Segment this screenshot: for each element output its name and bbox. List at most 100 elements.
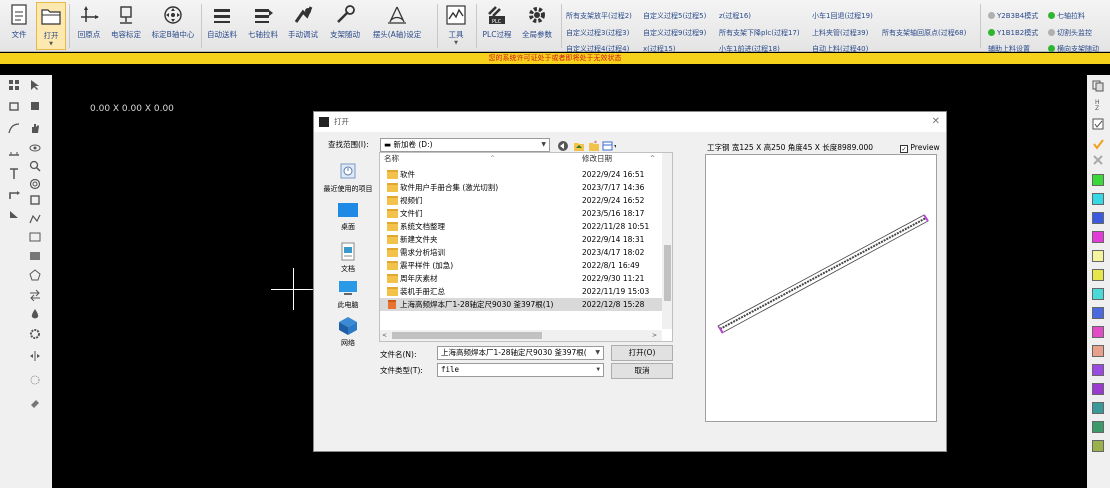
- bracket-follow-button[interactable]: 支架随动: [324, 2, 366, 50]
- file-row[interactable]: 装机手册汇总 2022/11/19 15:03: [380, 285, 662, 298]
- dialog-title-bar[interactable]: 打开: [314, 112, 946, 132]
- place-network[interactable]: 网络: [317, 316, 379, 348]
- polygon-tool-icon[interactable]: [28, 268, 42, 282]
- mirror-icon[interactable]: [7, 207, 21, 221]
- process-link[interactable]: 自定义过程5(过程5): [643, 11, 706, 21]
- process-link[interactable]: z(过程16): [719, 11, 751, 21]
- layer-color-swatch[interactable]: [1092, 440, 1104, 452]
- layer-color-swatch[interactable]: [1092, 345, 1104, 357]
- eye-icon[interactable]: [28, 141, 42, 155]
- swing-head-button[interactable]: 摆头(A轴)设定: [368, 2, 426, 50]
- measure-icon[interactable]: [7, 145, 21, 159]
- check-box-icon[interactable]: [1091, 117, 1105, 131]
- open-button[interactable]: 打开 ▼: [36, 2, 66, 50]
- scroll-up-icon[interactable]: ^: [650, 153, 655, 165]
- mode-y2b3b4-toggle[interactable]: Y2B3B4模式: [988, 11, 1038, 21]
- checkmark-icon[interactable]: [1091, 137, 1105, 151]
- scroll-left-icon[interactable]: <: [382, 330, 387, 341]
- ring-icon[interactable]: [28, 327, 42, 341]
- open-button[interactable]: 打开(O): [611, 345, 673, 361]
- filetype-select[interactable]: file ▼: [437, 363, 604, 377]
- capacitance-calibrate-button[interactable]: 电容标定: [106, 2, 146, 50]
- view-menu-icon[interactable]: [602, 139, 616, 153]
- rotate-icon[interactable]: [7, 189, 21, 203]
- zoom-icon[interactable]: [28, 159, 42, 173]
- seven-axis-pull-toggle[interactable]: 七轴拉料: [1048, 11, 1085, 21]
- new-folder-icon[interactable]: *: [587, 139, 601, 153]
- layer-color-swatch[interactable]: [1092, 326, 1104, 338]
- process-link[interactable]: 小车1回退(过程19): [812, 11, 873, 21]
- global-params-button[interactable]: 全局参数: [518, 2, 556, 50]
- close-icon[interactable]: [1091, 153, 1105, 167]
- file-row[interactable]: 震平样件 (加急) 2022/8/1 16:49: [380, 259, 662, 272]
- process-link[interactable]: 所有支架下降plc(过程17): [719, 28, 800, 38]
- file-row[interactable]: 上海高频焊本厂1-28轴定尺9030 釜397根(1) 2022/12/8 15:…: [380, 298, 662, 311]
- layer-color-swatch[interactable]: [1092, 383, 1104, 395]
- vertical-text-icon[interactable]: HZ: [1091, 97, 1105, 111]
- text-tool-icon[interactable]: [7, 167, 21, 181]
- rectangle-tool-icon[interactable]: [28, 193, 42, 207]
- layer-color-swatch[interactable]: [1092, 307, 1104, 319]
- layer-color-swatch[interactable]: [1092, 231, 1104, 243]
- select-box-icon[interactable]: [28, 99, 42, 113]
- horizontal-scrollbar[interactable]: < >: [380, 330, 662, 341]
- eraser-icon[interactable]: [28, 396, 42, 410]
- home-origin-button[interactable]: 回原点: [74, 2, 104, 50]
- file-list[interactable]: 名称 ^ 修改日期 ^ 软件 2022/9/24 16:51 软件用户手册合集 (激…: [379, 152, 673, 342]
- scrollbar-thumb[interactable]: [392, 332, 542, 339]
- close-icon[interactable]: ✕: [932, 112, 940, 132]
- layer-color-swatch[interactable]: [1092, 402, 1104, 414]
- file-row[interactable]: 软件 2022/9/24 16:51: [380, 168, 662, 181]
- scrollbar-thumb[interactable]: [664, 245, 671, 301]
- image-icon[interactable]: [28, 249, 42, 263]
- process-link[interactable]: 自定义过程3(过程3): [566, 28, 629, 38]
- curve-icon[interactable]: [7, 121, 21, 135]
- column-header-name[interactable]: 名称: [384, 153, 399, 165]
- place-recent[interactable]: 最近使用的项目: [317, 162, 379, 194]
- layer-color-swatch[interactable]: [1092, 288, 1104, 300]
- layer-color-swatch[interactable]: [1092, 212, 1104, 224]
- snap-icon[interactable]: [28, 373, 42, 387]
- circle-tool-icon[interactable]: [28, 177, 42, 191]
- process-link[interactable]: 自定义过程9(过程9): [643, 28, 706, 38]
- scroll-right-icon[interactable]: >: [652, 330, 657, 341]
- process-link[interactable]: 上料夹管(过程39): [812, 28, 868, 38]
- frame-icon[interactable]: [28, 230, 42, 244]
- grid-icon[interactable]: [7, 78, 21, 92]
- file-row[interactable]: 系统文档整理 2022/11/28 10:51: [380, 220, 662, 233]
- place-this-pc[interactable]: 此电脑: [317, 278, 379, 310]
- transfer-icon[interactable]: [28, 288, 42, 302]
- file-row[interactable]: 周年庆素材 2022/9/30 11:21: [380, 272, 662, 285]
- auto-feed-button[interactable]: 自动送料: [203, 2, 241, 50]
- pointer-icon[interactable]: [28, 78, 42, 92]
- file-button[interactable]: 文件: [2, 2, 36, 50]
- seven-axis-pull-button[interactable]: 七轴拉料: [244, 2, 282, 50]
- layer-color-swatch[interactable]: [1092, 193, 1104, 205]
- node-edit-icon[interactable]: [7, 99, 21, 113]
- vertical-scrollbar[interactable]: [662, 153, 672, 329]
- layer-color-swatch[interactable]: [1092, 269, 1104, 281]
- polyline-tool-icon[interactable]: [28, 212, 42, 226]
- split-icon[interactable]: [28, 349, 42, 363]
- manual-debug-button[interactable]: 手动调试: [284, 2, 322, 50]
- calibrate-b-center-button[interactable]: 标定B轴中心: [148, 2, 198, 50]
- up-folder-icon[interactable]: [572, 139, 586, 153]
- place-desktop[interactable]: 桌面: [317, 200, 379, 232]
- process-link[interactable]: 所有支架轴回原点(过程68): [882, 28, 966, 38]
- place-documents[interactable]: 文档: [317, 242, 379, 274]
- back-icon[interactable]: [556, 139, 570, 153]
- layer-color-swatch[interactable]: [1092, 174, 1104, 186]
- file-row[interactable]: 软件用户手册合集 (激光切割) 2023/7/17 14:36: [380, 181, 662, 194]
- layer-color-swatch[interactable]: [1092, 250, 1104, 262]
- copy-icon[interactable]: [1091, 79, 1105, 93]
- file-row[interactable]: 新建文件夹 2022/9/14 18:31: [380, 233, 662, 246]
- cut-head-monitor-toggle[interactable]: 切割头监控: [1048, 28, 1092, 38]
- lookin-select[interactable]: ▬ 新加卷 (D:) ▼: [380, 138, 550, 152]
- process-link[interactable]: 所有支架放平(过程2): [566, 11, 632, 21]
- file-row[interactable]: 需求分析培训 2023/4/17 18:02: [380, 246, 662, 259]
- cancel-button[interactable]: 取消: [611, 363, 673, 379]
- plc-process-button[interactable]: PLC PLC过程: [478, 2, 516, 50]
- drop-icon[interactable]: [28, 307, 42, 321]
- layer-color-swatch[interactable]: [1092, 421, 1104, 433]
- file-row[interactable]: 文件们 2023/5/16 18:17: [380, 207, 662, 220]
